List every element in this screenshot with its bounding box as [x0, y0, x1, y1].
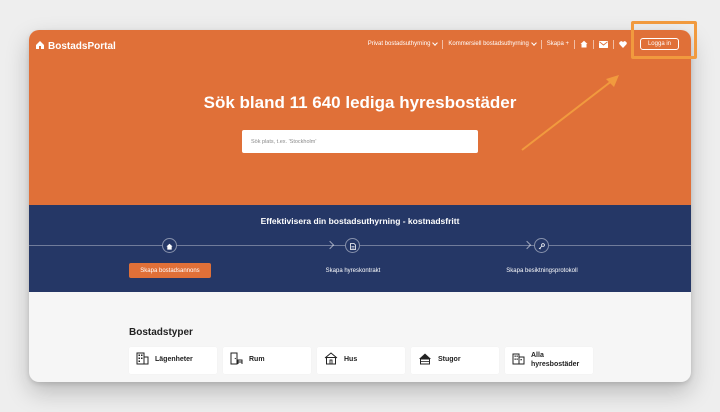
pointer-arrow — [521, 75, 619, 151]
